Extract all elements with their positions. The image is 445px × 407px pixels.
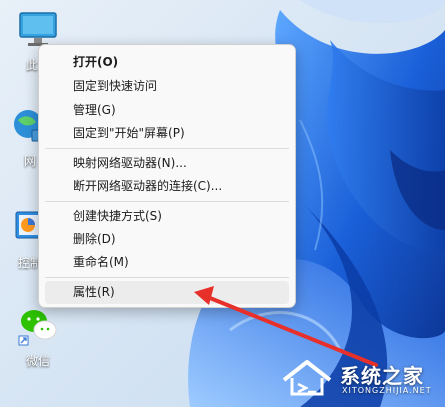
desktop: 此电 网 控制 微信 打开(O) [0,0,445,407]
watermark-subtitle: XITONGZHIJIA.NET [342,386,432,395]
house-logo-icon [282,360,332,396]
watermark-title: 系统之家 [340,364,424,388]
red-arrow-annotation [194,286,378,367]
watermark: 系统之家 XITONGZHIJIA.NET [276,356,436,400]
